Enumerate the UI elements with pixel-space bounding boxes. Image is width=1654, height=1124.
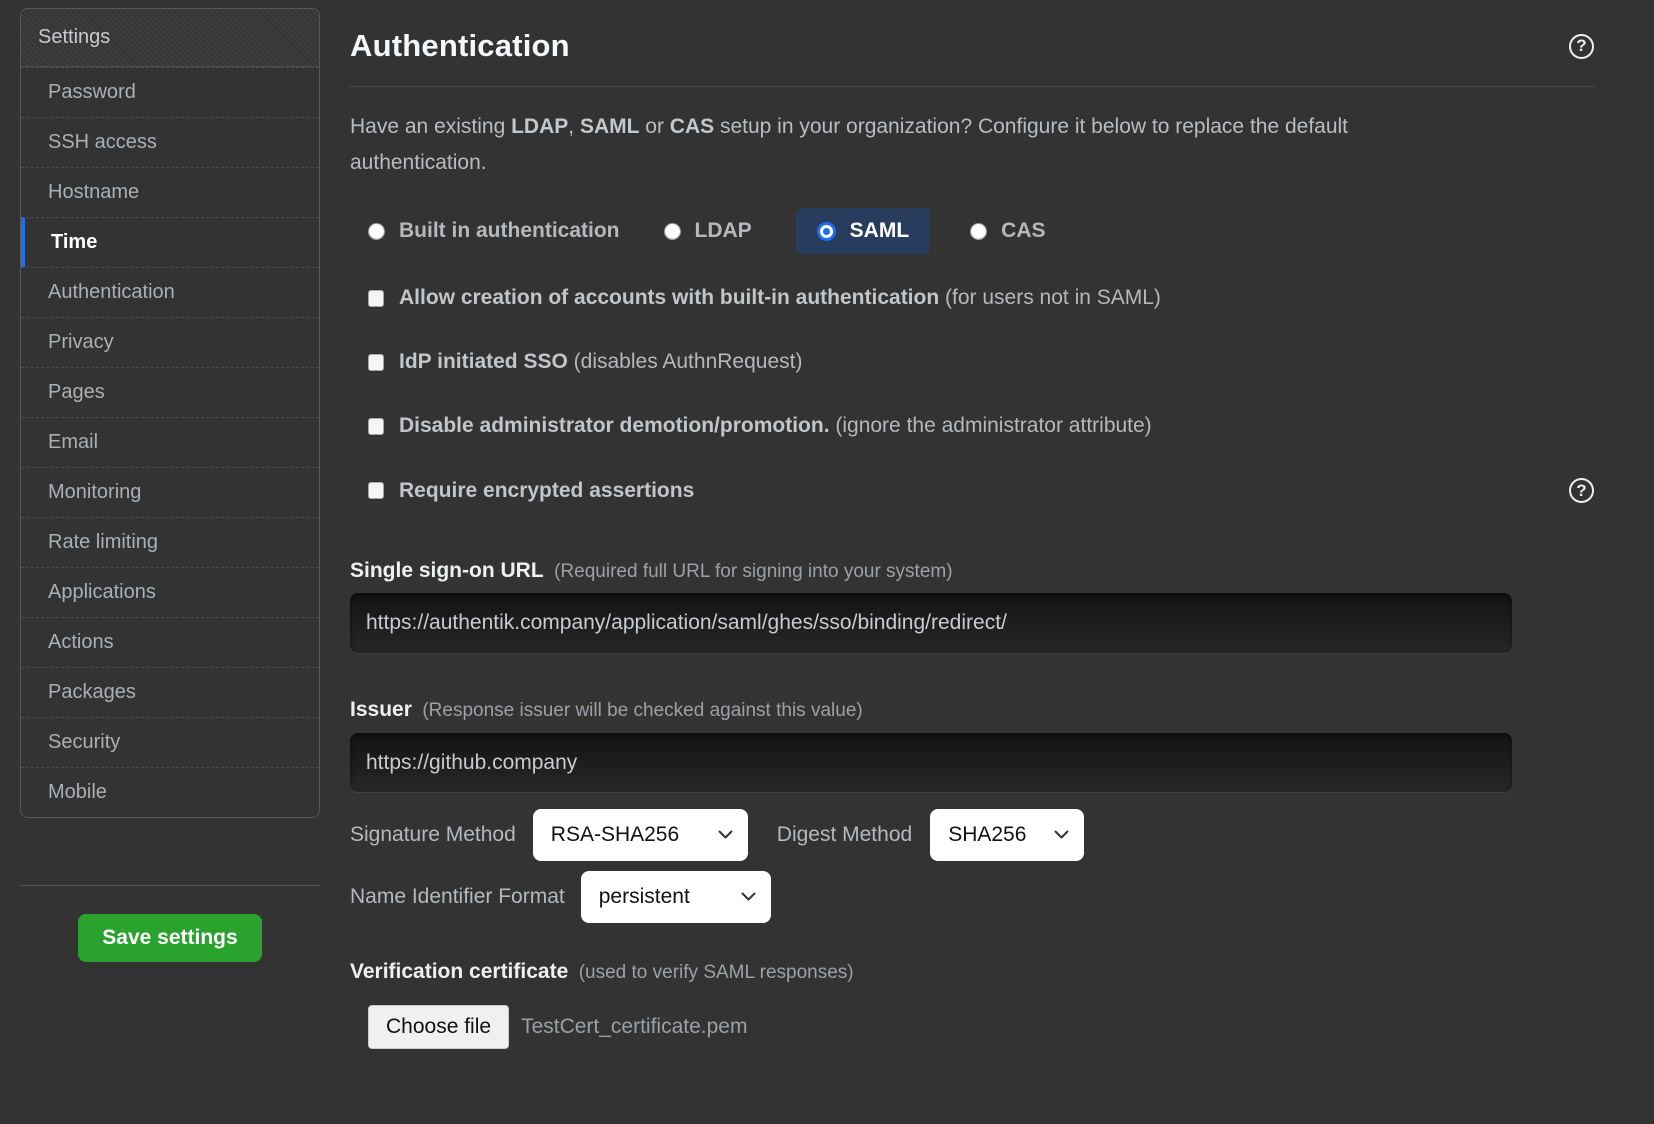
sidebar-header: Settings [21, 9, 319, 67]
verification-certificate-file-row: Choose file TestCert_certificate.pem [368, 1005, 1594, 1049]
choose-file-button[interactable]: Choose file [368, 1005, 509, 1049]
sidebar-item-actions[interactable]: Actions [21, 617, 319, 667]
checkbox-row-disable-admin-demotion: Disable administrator demotion/promotion… [368, 414, 1594, 438]
intro-text: Have an existing LDAP, SAML or CAS setup… [350, 109, 1450, 181]
checkbox-idp-initiated-sso[interactable] [368, 354, 384, 371]
checkbox-label-bold: Require encrypted assertions [399, 479, 694, 502]
radio-saml[interactable]: SAML [796, 208, 931, 254]
checkbox-row-require-encrypted-assertions: Require encrypted assertions ? [368, 478, 1594, 503]
intro-cas: CAS [670, 115, 714, 138]
save-settings-button[interactable]: Save settings [78, 914, 261, 962]
chevron-down-icon [741, 892, 756, 902]
verification-certificate-label: Verification certificate (used to verify… [350, 960, 1594, 984]
digest-method-select[interactable]: SHA256 [930, 809, 1084, 861]
sidebar-item-monitoring[interactable]: Monitoring [21, 467, 319, 517]
radio-icon[interactable] [368, 223, 385, 240]
intro-ldap: LDAP [511, 115, 568, 138]
signature-method-value: RSA-SHA256 [551, 823, 679, 847]
issuer-label: Issuer (Response issuer will be checked … [350, 698, 1594, 722]
checkbox-allow-builtin-accounts[interactable] [368, 290, 384, 307]
radio-ldap[interactable]: LDAP [664, 219, 752, 243]
radio-built-in-authentication[interactable]: Built in authentication [368, 219, 620, 243]
checkbox-label: IdP initiated SSO (disables AuthnRequest… [399, 350, 802, 374]
page-header: Authentication ? [350, 0, 1594, 87]
intro-saml: SAML [580, 115, 640, 138]
name-identifier-format-label: Name Identifier Format [350, 885, 565, 909]
sidebar-item-time[interactable]: Time [21, 217, 319, 267]
sidebar-item-security[interactable]: Security [21, 717, 319, 767]
checkbox-label-bold: Allow creation of accounts with built-in… [399, 286, 939, 309]
sidebar-item-applications[interactable]: Applications [21, 567, 319, 617]
radio-label: Built in authentication [399, 219, 620, 243]
signature-method-select[interactable]: RSA-SHA256 [533, 809, 748, 861]
checkbox-label-bold: Disable administrator demotion/promotion… [399, 414, 830, 437]
checkbox-label-rest: (for users not in SAML) [939, 286, 1161, 309]
radio-label: SAML [850, 219, 910, 243]
checkbox-require-encrypted-assertions[interactable] [368, 482, 384, 499]
chevron-down-icon [718, 830, 733, 840]
sidebar-item-mobile[interactable]: Mobile [21, 767, 319, 817]
name-identifier-format-value: persistent [599, 885, 690, 909]
radio-icon[interactable] [970, 223, 987, 240]
sidebar-item-email[interactable]: Email [21, 417, 319, 467]
intro-part: Have an existing [350, 115, 511, 138]
verification-certificate-label-text: Verification certificate [350, 960, 568, 983]
issuer-input[interactable]: https://github.company [350, 733, 1512, 792]
issuer-label-text: Issuer [350, 698, 412, 721]
auth-method-radio-group: Built in authentication LDAP SAML CAS [368, 208, 1594, 254]
signature-digest-row: Signature Method RSA-SHA256 Digest Metho… [350, 809, 1594, 861]
sidebar-item-pages[interactable]: Pages [21, 367, 319, 417]
sidebar-item-authentication[interactable]: Authentication [21, 267, 319, 317]
verification-certificate-hint: (used to verify SAML responses) [579, 962, 854, 983]
digest-method-value: SHA256 [948, 823, 1026, 847]
page-title: Authentication [350, 28, 570, 64]
sso-url-label-text: Single sign-on URL [350, 559, 544, 582]
sidebar-item-hostname[interactable]: Hostname [21, 167, 319, 217]
sso-url-label: Single sign-on URL (Required full URL fo… [350, 559, 1594, 583]
sidebar-item-ssh-access[interactable]: SSH access [21, 117, 319, 167]
checkbox-label-bold: IdP initiated SSO [399, 350, 568, 373]
sidebar-menu: Settings Password SSH access Hostname Ti… [20, 8, 320, 818]
intro-part: , [568, 115, 580, 138]
radio-cas[interactable]: CAS [970, 219, 1045, 243]
checkbox-label: Allow creation of accounts with built-in… [399, 286, 1161, 310]
name-identifier-format-select[interactable]: persistent [581, 871, 771, 923]
header-help-icon[interactable]: ? [1569, 34, 1594, 59]
intro-part: or [639, 115, 669, 138]
digest-method-label: Digest Method [777, 823, 912, 847]
sidebar-item-privacy[interactable]: Privacy [21, 317, 319, 367]
radio-label: CAS [1001, 219, 1045, 243]
checkbox-row-idp-initiated-sso: IdP initiated SSO (disables AuthnRequest… [368, 350, 1594, 374]
sidebar-item-password[interactable]: Password [21, 67, 319, 117]
checkbox-label-rest: (ignore the administrator attribute) [830, 414, 1152, 437]
sso-url-hint: (Required full URL for signing into your… [554, 561, 952, 582]
radio-selected-icon[interactable] [820, 225, 833, 238]
checkbox-label: Disable administrator demotion/promotion… [399, 414, 1152, 438]
signature-method-label: Signature Method [350, 823, 516, 847]
radio-label: LDAP [695, 219, 752, 243]
radio-icon[interactable] [664, 223, 681, 240]
chevron-down-icon [1054, 830, 1069, 840]
verification-cert-filename: TestCert_certificate.pem [521, 1015, 747, 1039]
main-content: Authentication ? Have an existing LDAP, … [350, 0, 1594, 1124]
sso-url-input[interactable]: https://authentik.company/application/sa… [350, 593, 1512, 653]
checkbox-label: Require encrypted assertions [399, 479, 694, 503]
checkbox-label-rest: (disables AuthnRequest) [568, 350, 803, 373]
checkbox-disable-admin-demotion[interactable] [368, 418, 384, 435]
sidebar-divider [20, 885, 320, 886]
sidebar: Settings Password SSH access Hostname Ti… [20, 8, 320, 1124]
issuer-hint: (Response issuer will be checked against… [422, 700, 862, 721]
name-identifier-row: Name Identifier Format persistent [350, 871, 1594, 923]
checkbox-row-allow-builtin-accounts: Allow creation of accounts with built-in… [368, 286, 1594, 310]
sidebar-item-packages[interactable]: Packages [21, 667, 319, 717]
encrypted-assertions-help-icon[interactable]: ? [1569, 478, 1594, 503]
sidebar-item-rate-limiting[interactable]: Rate limiting [21, 517, 319, 567]
